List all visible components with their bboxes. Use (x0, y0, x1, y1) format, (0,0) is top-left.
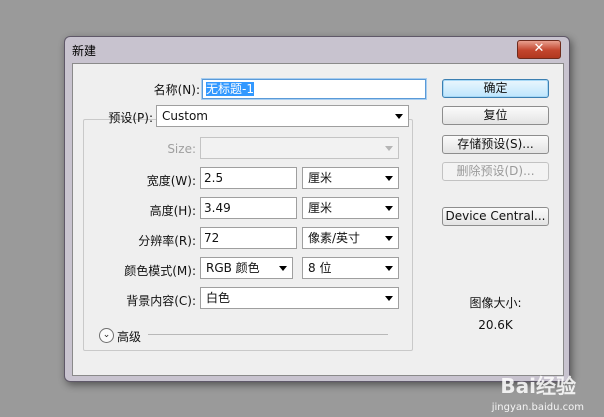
size-dropdown[interactable] (200, 137, 399, 159)
background-value: 白色 (206, 291, 231, 305)
advanced-divider (148, 334, 388, 335)
save-preset-button[interactable]: 存储预设(S)... (442, 135, 549, 154)
preset-label: 预设(P): (108, 111, 153, 125)
dialog-body: 名称(N): 无标题-1 预设(P): Custom Size: 宽度(W): … (72, 63, 564, 376)
width-input[interactable]: 2.5 (200, 167, 297, 189)
chevron-double-down-icon[interactable]: ⌄ (99, 328, 114, 343)
image-size-value: 20.6K (478, 318, 513, 332)
width-unit-value: 厘米 (308, 171, 333, 185)
chevron-down-icon (385, 176, 393, 181)
height-label: 高度(H): (149, 204, 196, 218)
chevron-down-icon (385, 206, 393, 211)
dialog-title: 新建 (72, 44, 97, 58)
resolution-unit-dropdown[interactable]: 像素/英寸 (302, 227, 399, 249)
resolution-value: 72 (204, 231, 220, 245)
width-value: 2.5 (204, 171, 224, 185)
name-value: 无标题-1 (206, 82, 254, 96)
device-central-button[interactable]: Device Central... (442, 207, 549, 226)
bit-depth-dropdown[interactable]: 8 位 (302, 257, 399, 279)
reset-button[interactable]: 复位 (442, 106, 549, 125)
close-button[interactable]: ✕ (517, 40, 561, 59)
close-icon: ✕ (533, 41, 545, 56)
desktop: { "window": { "title": "新建", "close_glyp… (0, 0, 604, 417)
color-mode-label: 颜色模式(M): (124, 264, 196, 278)
background-label: 背景内容(C): (126, 294, 196, 308)
chevron-down-icon (385, 266, 393, 271)
name-label: 名称(N): (153, 83, 200, 97)
resolution-input[interactable]: 72 (200, 227, 297, 249)
height-unit-dropdown[interactable]: 厘米 (302, 197, 399, 219)
resolution-unit-value: 像素/英寸 (308, 231, 361, 245)
image-size-label: 图像大小: (469, 296, 522, 310)
height-input[interactable]: 3.49 (200, 197, 297, 219)
width-unit-dropdown[interactable]: 厘米 (302, 167, 399, 189)
chevron-down-icon (385, 296, 393, 301)
preset-value: Custom (162, 109, 208, 123)
resolution-label: 分辨率(R): (138, 234, 196, 248)
watermark-logo: Bai经验 (500, 374, 576, 398)
watermark-url: jingyan.baidu.com (491, 402, 584, 413)
delete-preset-button[interactable]: 删除预设(D)... (442, 162, 549, 181)
new-document-dialog: 新建 ✕ 名称(N): 无标题-1 预设(P): Custom Size: 宽度… (64, 36, 570, 382)
width-label: 宽度(W): (146, 174, 196, 188)
height-value: 3.49 (204, 201, 231, 215)
bit-depth-value: 8 位 (308, 261, 332, 275)
chevron-down-icon (385, 146, 393, 151)
title-bar[interactable]: 新建 ✕ (65, 37, 569, 61)
color-mode-dropdown[interactable]: RGB 颜色 (200, 257, 293, 279)
chevron-down-icon (385, 236, 393, 241)
color-mode-value: RGB 颜色 (206, 261, 260, 275)
background-dropdown[interactable]: 白色 (200, 287, 399, 309)
size-label: Size: (167, 142, 196, 156)
advanced-label[interactable]: 高级 (117, 328, 141, 345)
chevron-down-icon (395, 114, 403, 119)
chevron-down-icon (279, 266, 287, 271)
name-input[interactable]: 无标题-1 (202, 79, 426, 99)
ok-button[interactable]: 确定 (442, 79, 549, 98)
height-unit-value: 厘米 (308, 201, 333, 215)
preset-dropdown[interactable]: Custom (156, 105, 409, 127)
